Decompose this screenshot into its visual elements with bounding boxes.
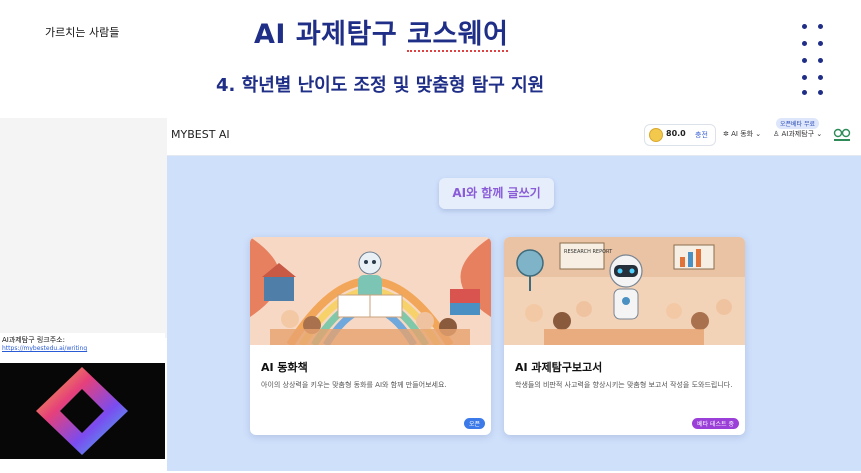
brand-logo[interactable]: MYBEST AI xyxy=(171,128,230,141)
dot xyxy=(818,58,823,63)
card-title: AI 과제탐구보고서 xyxy=(515,361,603,374)
person-icon: ♙ xyxy=(773,130,780,138)
video-thumbnail[interactable] xyxy=(0,363,165,459)
slide: 가르치는 사람들 AI 과제탐구 코스웨어 4. 학년별 난이도 조정 및 맞춤… xyxy=(0,0,861,473)
points-widget: 80.0 충전 xyxy=(644,124,716,146)
dot-grid-decoration xyxy=(800,22,826,96)
coin-icon xyxy=(649,128,663,142)
corner-label: 가르치는 사람들 xyxy=(45,26,120,39)
sparkle-icon: ✲ xyxy=(723,130,729,138)
status-badge: 오픈 xyxy=(463,418,485,429)
dot xyxy=(802,24,807,29)
slide-left-panel xyxy=(0,118,168,338)
card-description: 아이의 상상력을 키우는 맞춤형 동화를 AI와 함께 만들어보세요. xyxy=(261,381,447,389)
nav-ai-research[interactable]: ♙ AI과제탐구 ⌄ xyxy=(773,129,822,139)
dot xyxy=(818,24,823,29)
partner-logo-icon xyxy=(833,128,851,141)
nav-label: AI과제탐구 ⌄ xyxy=(781,130,823,138)
dot xyxy=(818,75,823,80)
slide-subtitle: 4. 학년별 난이도 조정 및 맞춤형 탐구 지원 xyxy=(216,75,545,96)
dot xyxy=(818,90,823,95)
dot xyxy=(802,58,807,63)
title-prefix: AI 과제탐구 xyxy=(254,19,408,50)
link-url[interactable]: https://mybestedu.ai/writing xyxy=(2,345,87,352)
report-sign-text: RESEARCH REPORT xyxy=(564,249,613,255)
points-value: 80.0 xyxy=(666,129,686,138)
card-ai-storybook[interactable]: AI 동화책 아이의 상상력을 키우는 맞춤형 동화를 AI와 함께 만들어보세… xyxy=(250,237,491,435)
beta-badge: 오픈베타 무료 xyxy=(776,118,820,129)
dot xyxy=(818,41,823,46)
dot xyxy=(802,75,807,80)
card-description: 학생들의 비판적 사고력을 향상시키는 맞춤형 보고서 작성을 도와드립니다. xyxy=(515,381,733,389)
app-screenshot: MYBEST AI 80.0 충전 ✲ AI 동화 ⌄ 오픈베타 무료 ♙ AI… xyxy=(167,116,861,471)
status-badge: 베타 테스트 중 xyxy=(692,418,739,429)
nav-ai-story[interactable]: ✲ AI 동화 ⌄ xyxy=(723,129,761,139)
recharge-button[interactable]: 충전 xyxy=(695,130,708,140)
app-topbar: MYBEST AI 80.0 충전 ✲ AI 동화 ⌄ 오픈베타 무료 ♙ AI… xyxy=(167,116,861,156)
slide-title: AI 과제탐구 코스웨어 xyxy=(254,12,509,52)
dot xyxy=(802,41,807,46)
link-panel: AI과제탐구 링크주소: https://mybestedu.ai/writin… xyxy=(0,333,165,473)
research-report-illustration: RESEARCH REPORT xyxy=(504,237,745,345)
storybook-illustration xyxy=(250,237,491,345)
title-underlined: 코스웨어 xyxy=(407,19,509,52)
nav-label: AI 동화 ⌄ xyxy=(731,130,762,138)
dot xyxy=(802,90,807,95)
link-title: AI과제탐구 링크주소: xyxy=(2,336,65,344)
hero-badge: AI와 함께 글쓰기 xyxy=(439,178,554,209)
card-title: AI 동화책 xyxy=(261,361,308,374)
card-ai-research-report[interactable]: RESEARCH REPORT AI 과제탐구보고서 학생들의 비판적 사고력을… xyxy=(504,237,745,435)
